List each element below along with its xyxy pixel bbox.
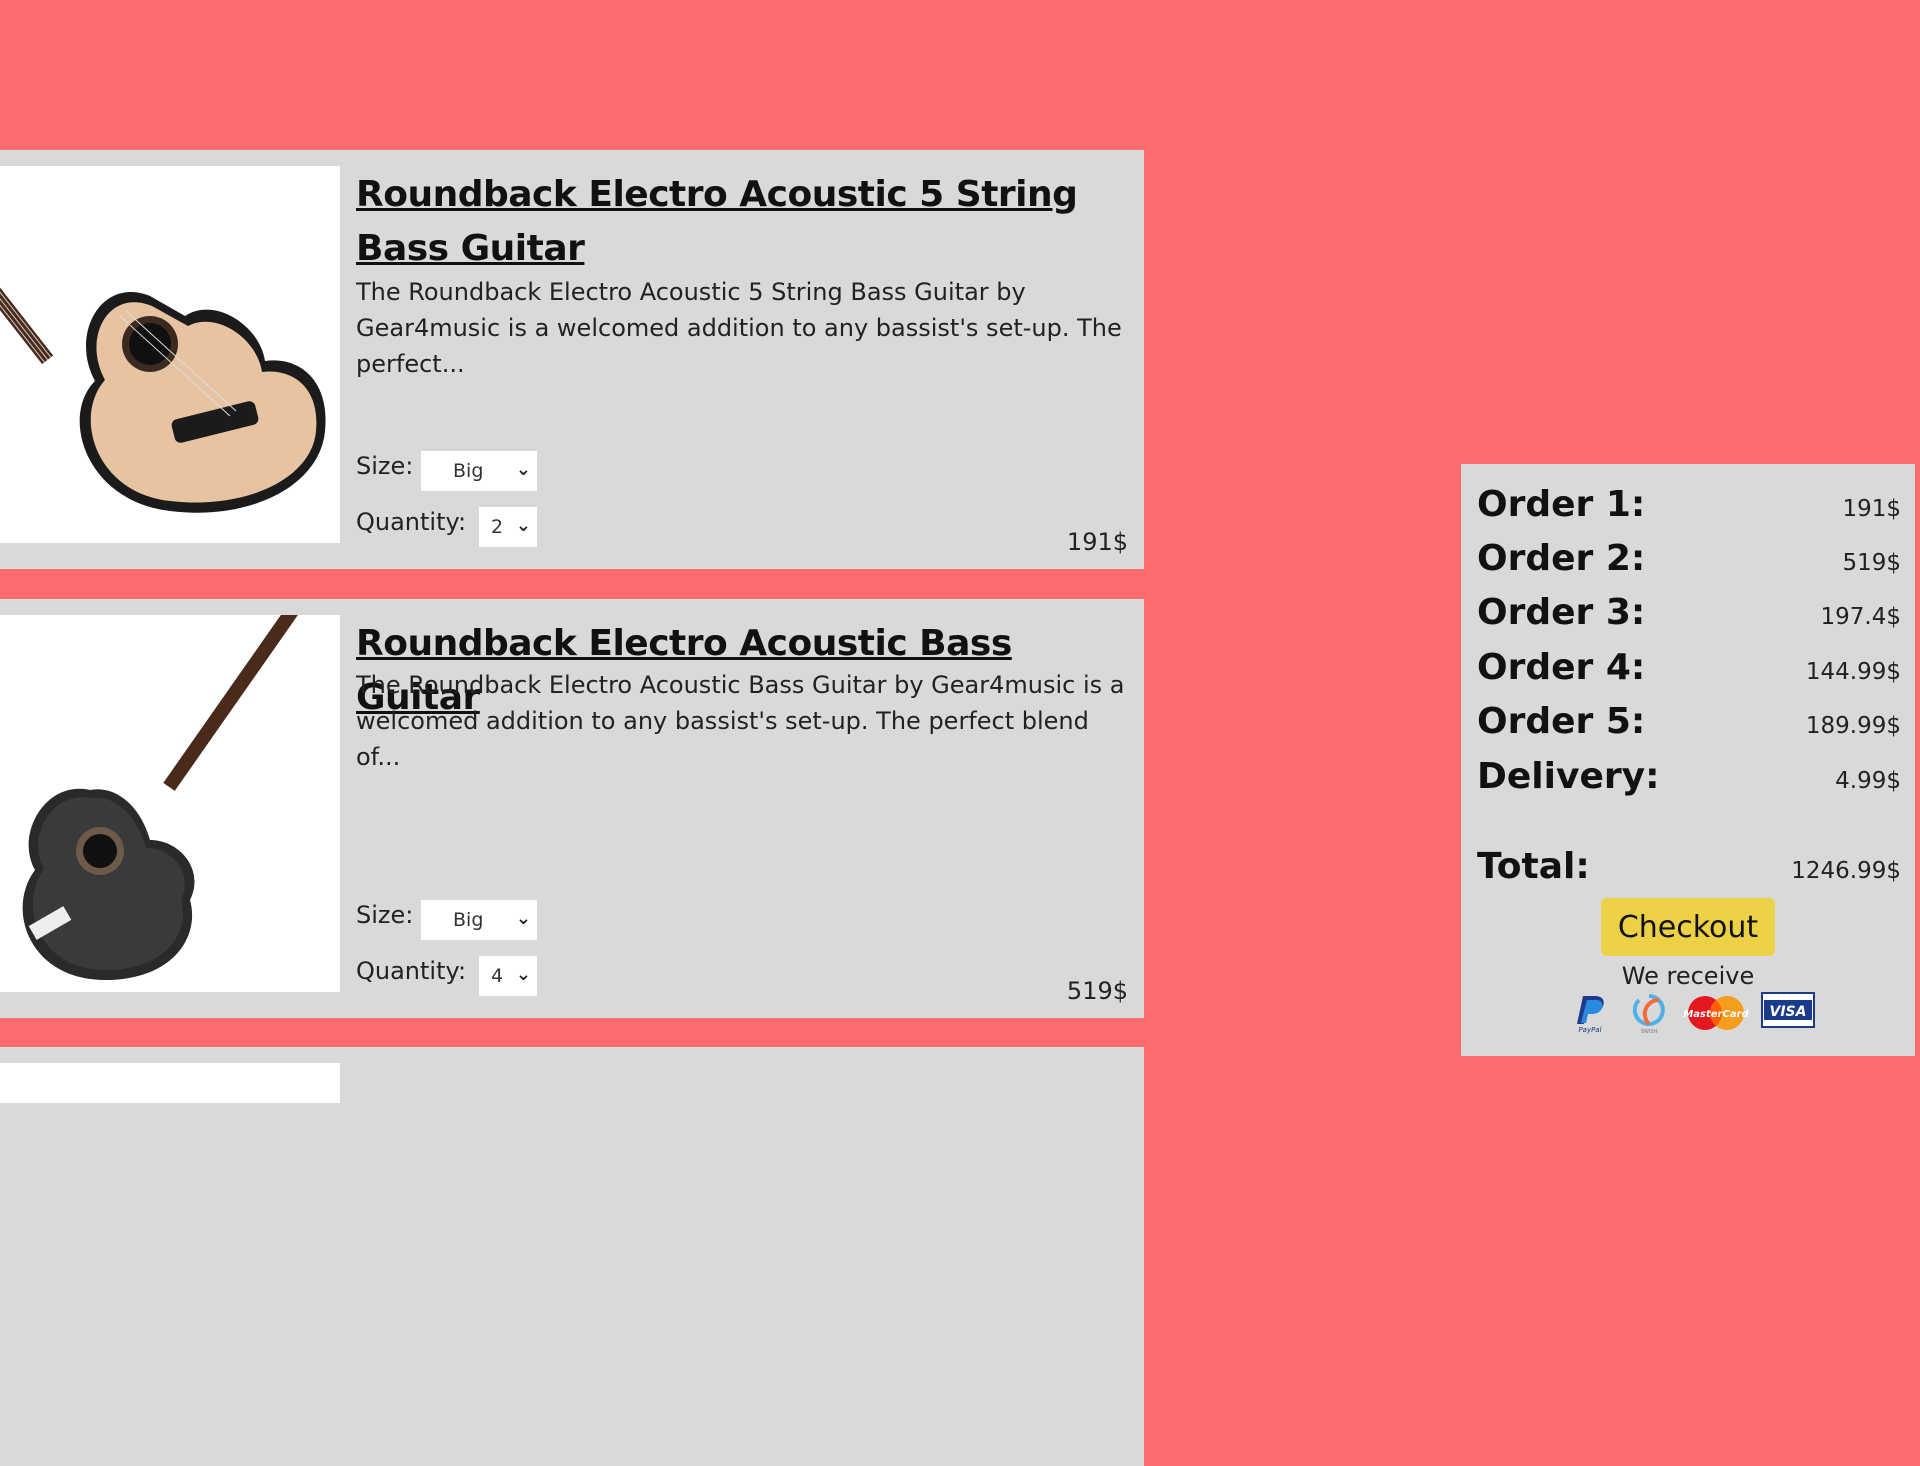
summary-row-value: 189.99$ — [1805, 713, 1901, 739]
summary-row-label: Delivery: — [1477, 756, 1660, 797]
summary-total: Total: 1246.99$ — [1477, 846, 1901, 900]
summary-row: Order 5: 189.99$ — [1477, 701, 1901, 755]
summary-row-value: 197.4$ — [1820, 604, 1901, 630]
summary-row-value: 4.99$ — [1835, 768, 1901, 794]
acoustic-bass-natural-icon — [0, 166, 326, 513]
we-receive-label: We receive — [1621, 962, 1755, 990]
product-image — [0, 166, 340, 543]
summary-row-label: Order 4: — [1477, 647, 1646, 688]
order-summary: Order 1: 191$ Order 2: 519$ Order 3: 197… — [1461, 464, 1915, 1056]
mastercard-icon: MasterCard — [1683, 996, 1749, 1030]
summary-row: Order 4: 144.99$ — [1477, 647, 1901, 701]
summary-row-value: 144.99$ — [1805, 659, 1901, 685]
quantity-select[interactable]: 2 ⌄ — [479, 507, 537, 547]
svg-text:MasterCard: MasterCard — [1683, 1009, 1749, 1020]
summary-row: Order 1: 191$ — [1477, 484, 1901, 538]
quantity-select-value: 2 — [491, 516, 504, 538]
chevron-down-icon: ⌄ — [515, 964, 531, 985]
summary-row-label: Order 1: — [1477, 484, 1646, 525]
svg-text:PayPal: PayPal — [1578, 1026, 1601, 1034]
size-select[interactable]: Big ⌄ — [421, 900, 537, 940]
product-description: The Roundback Electro Acoustic Bass Guit… — [356, 671, 1125, 771]
paypal-icon: PayPal — [1577, 996, 1604, 1034]
product-card — [0, 1047, 1144, 1466]
summary-row-value: 191$ — [1842, 496, 1901, 522]
quantity-label: Quantity: — [356, 508, 467, 536]
quantity-select-value: 4 — [491, 965, 504, 987]
size-label: Size: — [356, 452, 414, 480]
product-description: The Roundback Electro Acoustic 5 String … — [356, 278, 1122, 378]
svg-text:VISA: VISA — [1770, 1004, 1807, 1020]
svg-text:SWISH: SWISH — [1641, 1029, 1658, 1034]
summary-row-label: Order 5: — [1477, 701, 1646, 742]
size-select-value: Big — [453, 460, 484, 482]
chevron-down-icon: ⌄ — [515, 515, 531, 536]
product-price: 519$ — [1066, 977, 1128, 1005]
size-select-value: Big — [453, 909, 484, 931]
product-title-link[interactable]: Roundback Electro Acoustic 5 String Bass… — [356, 168, 1136, 276]
quantity-select[interactable]: 4 ⌄ — [479, 956, 537, 996]
chevron-down-icon: ⌄ — [515, 459, 531, 480]
summary-row: Order 2: 519$ — [1477, 538, 1901, 592]
visa-icon: VISA — [1761, 992, 1815, 1028]
product-price: 191$ — [1066, 528, 1128, 556]
payment-methods: PayPal SWISH MasterCard VISA — [1565, 992, 1815, 1042]
acoustic-bass-black-icon — [22, 615, 324, 980]
total-label: Total: — [1477, 846, 1590, 887]
size-label: Size: — [356, 901, 414, 929]
product-card: Roundback Electro Acoustic 5 String Bass… — [0, 150, 1144, 569]
summary-row: Order 3: 197.4$ — [1477, 592, 1901, 646]
summary-row-value: 519$ — [1842, 550, 1901, 576]
product-image — [0, 615, 340, 992]
quantity-label: Quantity: — [356, 957, 467, 985]
product-image — [0, 1063, 340, 1103]
chevron-down-icon: ⌄ — [515, 908, 531, 929]
total-value: 1246.99$ — [1791, 858, 1901, 884]
checkout-button[interactable]: Checkout — [1601, 898, 1775, 956]
summary-row-label: Order 2: — [1477, 538, 1646, 579]
swish-icon: SWISH — [1632, 994, 1665, 1034]
summary-row-delivery: Delivery: 4.99$ — [1477, 756, 1901, 810]
product-card: Roundback Electro Acoustic Bass Guitar T… — [0, 599, 1144, 1018]
size-select[interactable]: Big ⌄ — [421, 451, 537, 491]
summary-row-label: Order 3: — [1477, 592, 1646, 633]
